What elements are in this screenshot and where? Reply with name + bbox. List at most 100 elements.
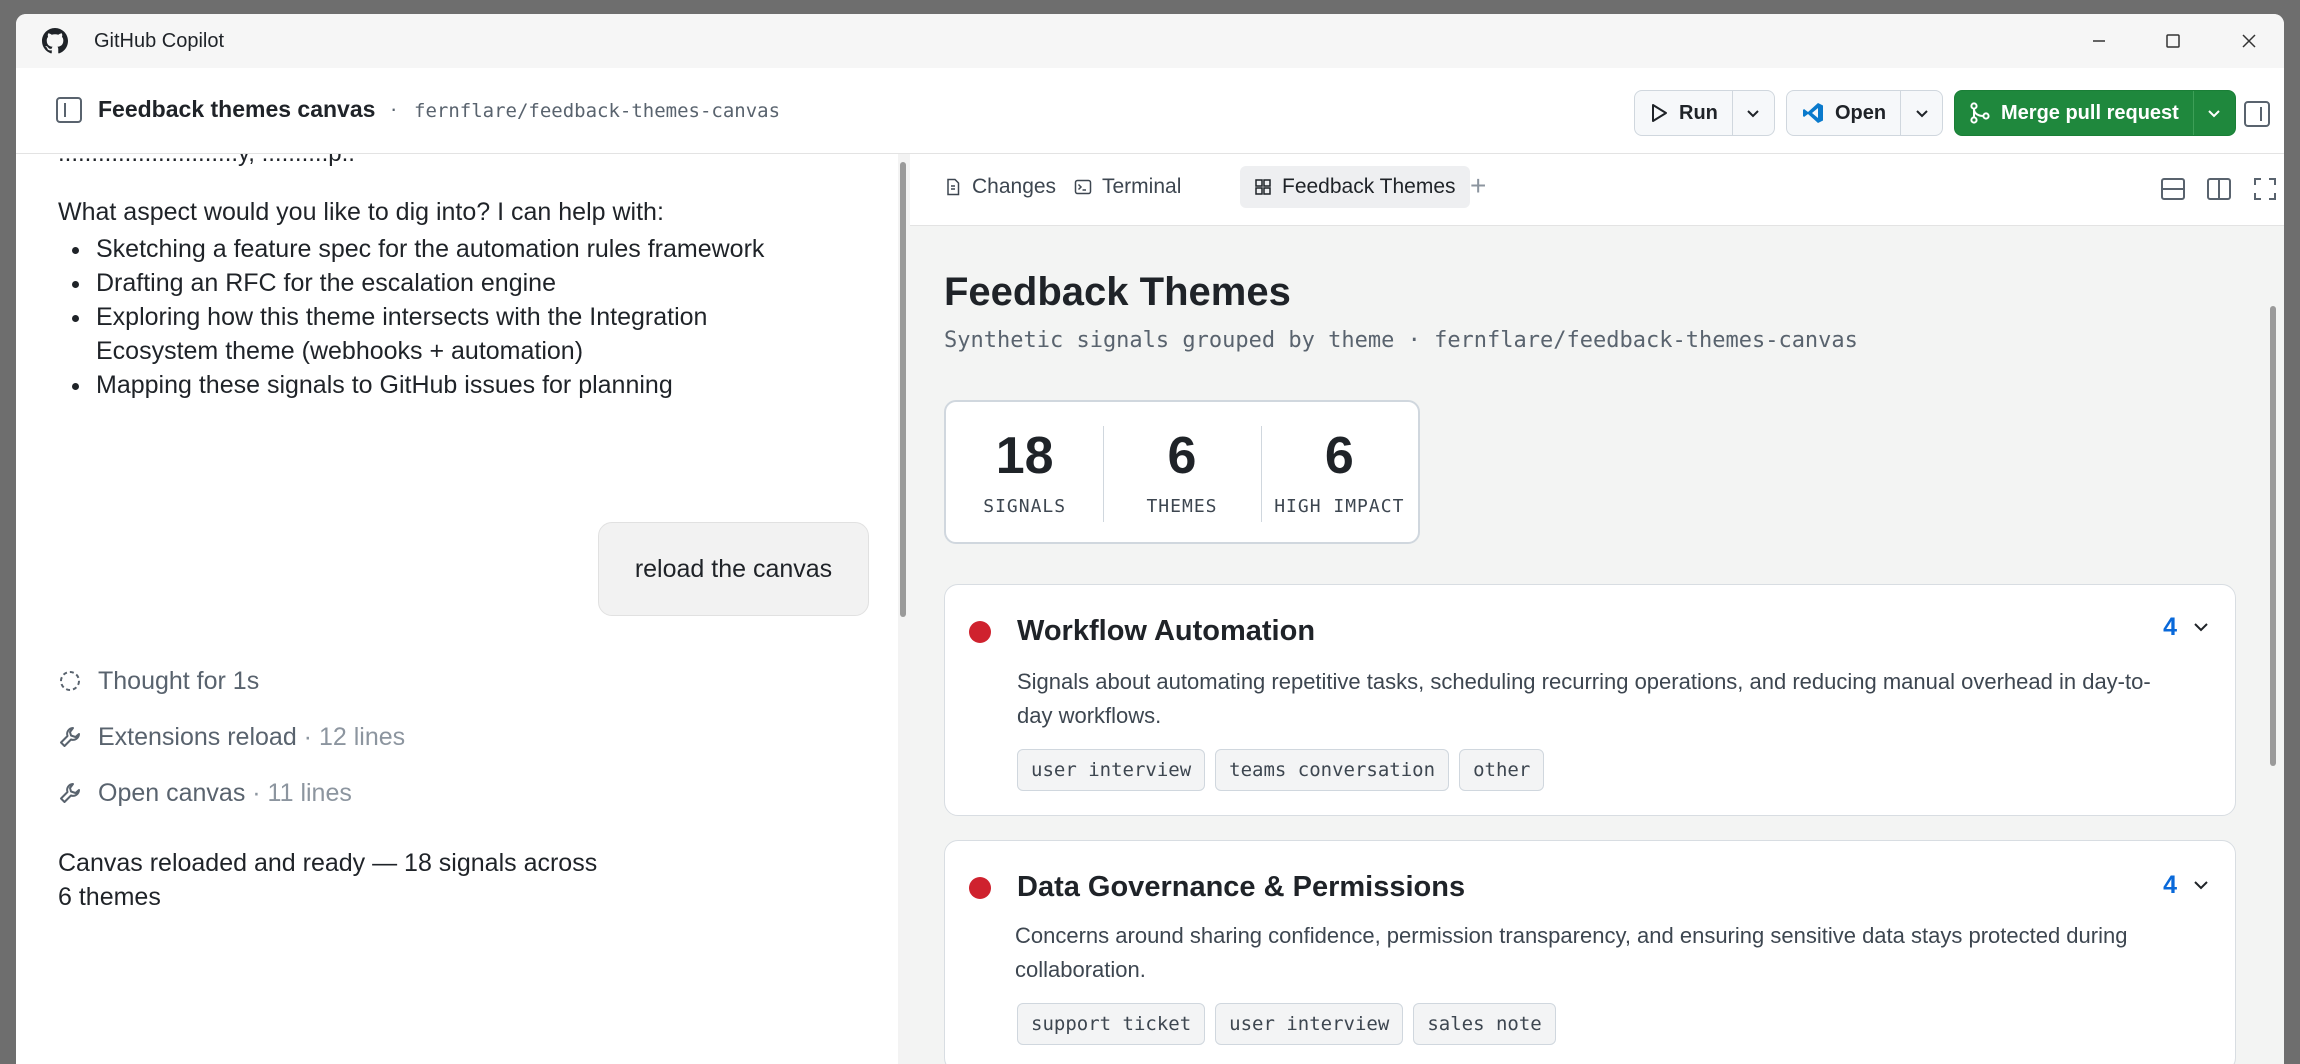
stat-value: 6 — [1324, 426, 1354, 485]
stat-signals: 18 SIGNALS — [946, 402, 1103, 542]
minimize-icon — [2093, 40, 2105, 42]
list-item: Exploring how this theme intersects with… — [58, 300, 778, 368]
theme-signal-count: 4 — [2163, 613, 2177, 641]
source-tag: user interview — [1017, 749, 1206, 791]
tab-label: Feedback Themes — [1282, 175, 1456, 198]
theme-card-workflow-automation[interactable]: Workflow Automation 4 Signals about auto… — [944, 584, 2236, 816]
open-options-dropdown[interactable] — [1900, 91, 1942, 135]
title-bar: GitHub Copilot — [16, 14, 2284, 68]
step-label: Extensions reload — [98, 722, 297, 751]
source-tag: user interview — [1215, 1003, 1404, 1045]
tab-feedback-themes[interactable]: Feedback Themes — [1240, 166, 1470, 208]
stats-summary: 18 SIGNALS 6 THEMES 6 HIGH IMPACT — [944, 400, 1420, 544]
user-message: reload the canvas — [598, 522, 869, 616]
chevron-down-icon — [1747, 110, 1760, 118]
source-tag: teams conversation — [1215, 749, 1450, 791]
close-button[interactable] — [2232, 24, 2266, 58]
run-button-group: Run — [1634, 90, 1775, 136]
chat-previous-text: ...........................y, ..........… — [58, 154, 355, 168]
play-icon — [1652, 104, 1667, 122]
theme-name: Workflow Automation — [1017, 615, 1316, 647]
merge-pull-request-button[interactable]: Merge pull request — [1955, 91, 2193, 135]
canvas-pane: Changes Terminal Feedback Themes + Feedb… — [910, 154, 2284, 1064]
source-tag: sales note — [1413, 1003, 1556, 1045]
chat-panel: ...........................y, ..........… — [16, 154, 898, 1064]
repo-name: fernflare/feedback-themes-canvas — [414, 100, 781, 122]
theme-signal-count: 4 — [2163, 871, 2177, 899]
impact-indicator-dot — [969, 877, 991, 899]
vscode-icon — [1803, 103, 1823, 123]
stat-value: 6 — [1167, 426, 1197, 485]
stat-label: HIGH IMPACT — [1274, 495, 1405, 517]
feedback-canvas: Feedback Themes Synthetic signals groupe… — [910, 226, 2284, 1064]
theme-description: Signals about automating repetitive task… — [1017, 669, 2151, 728]
app-title: GitHub Copilot — [94, 30, 225, 52]
open-in-vscode-button[interactable]: Open — [1787, 91, 1900, 135]
pane-tab-bar: Changes Terminal Feedback Themes + — [910, 154, 2284, 226]
close-icon — [2242, 34, 2256, 48]
maximize-icon — [2166, 34, 2180, 48]
stat-label: THEMES — [1146, 495, 1218, 517]
run-button[interactable]: Run — [1635, 91, 1732, 135]
assistant-final-message: Canvas reloaded and ready — 18 signals a… — [58, 849, 598, 911]
assistant-intro: What aspect would you like to dig into? … — [58, 198, 664, 226]
add-tab-button[interactable]: + — [1470, 172, 1486, 200]
maximize-button[interactable] — [2156, 24, 2190, 58]
chevron-down-icon — [1915, 110, 1928, 118]
chevron-down-icon[interactable] — [2191, 875, 2211, 895]
source-tags: support ticket user interview sales note — [1017, 1003, 1556, 1045]
toggle-panel-icon[interactable] — [2244, 101, 2270, 127]
wrench-icon — [60, 727, 80, 747]
merge-options-dropdown[interactable] — [2192, 91, 2235, 135]
stat-label: SIGNALS — [983, 495, 1067, 517]
source-tags: user interview teams conversation other — [1017, 749, 1545, 791]
app-window: GitHub Copilot Feedback themes canvas · … — [16, 14, 2284, 1064]
step-detail: · 12 lines — [296, 722, 406, 751]
stat-themes: 6 THEMES — [1103, 402, 1260, 542]
merge-button-group: Merge pull request — [1954, 90, 2236, 136]
session-header: Feedback themes canvas · fernflare/feedb… — [16, 68, 2284, 154]
minimize-button[interactable] — [2082, 24, 2116, 58]
stat-value: 18 — [995, 426, 1054, 485]
title-separator: · — [390, 96, 398, 121]
chevron-down-icon — [2208, 110, 2221, 118]
terminal-icon — [1074, 179, 1092, 195]
tab-label: Terminal — [1102, 175, 1182, 198]
run-label: Run — [1679, 101, 1718, 124]
step-label: Thought for 1s — [98, 666, 260, 695]
step-detail: · 11 lines — [245, 778, 352, 807]
open-label: Open — [1835, 101, 1887, 124]
theme-name: Data Governance & Permissions — [1017, 871, 1466, 903]
list-item: Drafting an RFC for the escalation engin… — [58, 266, 778, 300]
session-title: Feedback themes canvas — [98, 96, 376, 122]
list-item: Sketching a feature spec for the automat… — [58, 232, 778, 266]
fullscreen-icon[interactable] — [2252, 176, 2278, 202]
github-logo-icon — [42, 28, 68, 54]
open-button-group: Open — [1786, 90, 1944, 136]
stat-high-impact: 6 HIGH IMPACT — [1260, 402, 1418, 542]
run-options-dropdown[interactable] — [1731, 91, 1774, 135]
split-horizontal-icon[interactable] — [2160, 176, 2186, 202]
thinking-icon — [60, 671, 80, 691]
canvas-scrollbar-thumb[interactable] — [2270, 306, 2276, 766]
source-tag: other — [1459, 749, 1545, 791]
thought-step[interactable]: Thought for 1s — [58, 664, 259, 698]
toggle-sidebar-icon[interactable] — [56, 97, 82, 123]
chat-scrollbar-thumb[interactable] — [900, 162, 906, 617]
wrench-icon — [60, 783, 80, 803]
tool-step-open-canvas[interactable]: Open canvas · 11 lines — [58, 776, 352, 810]
canvas-title: Feedback Themes — [944, 270, 1291, 314]
merge-label: Merge pull request — [2001, 101, 2179, 124]
suggestion-list: Sketching a feature spec for the automat… — [58, 232, 778, 402]
canvas-icon — [1255, 179, 1271, 195]
impact-indicator-dot — [969, 621, 991, 643]
split-vertical-icon[interactable] — [2206, 176, 2232, 202]
chevron-down-icon[interactable] — [2191, 617, 2211, 637]
git-merge-icon — [1970, 102, 1990, 124]
theme-description: Concerns around sharing confidence, perm… — [1015, 923, 2128, 982]
tab-terminal[interactable]: Terminal — [1060, 166, 1195, 208]
tool-step-extensions[interactable]: Extensions reload · 12 lines — [58, 720, 405, 754]
tab-changes[interactable]: Changes — [930, 166, 1070, 208]
theme-card-data-governance[interactable]: Data Governance & Permissions 4 Concerns… — [944, 840, 2236, 1064]
list-item: Mapping these signals to GitHub issues f… — [58, 368, 778, 402]
